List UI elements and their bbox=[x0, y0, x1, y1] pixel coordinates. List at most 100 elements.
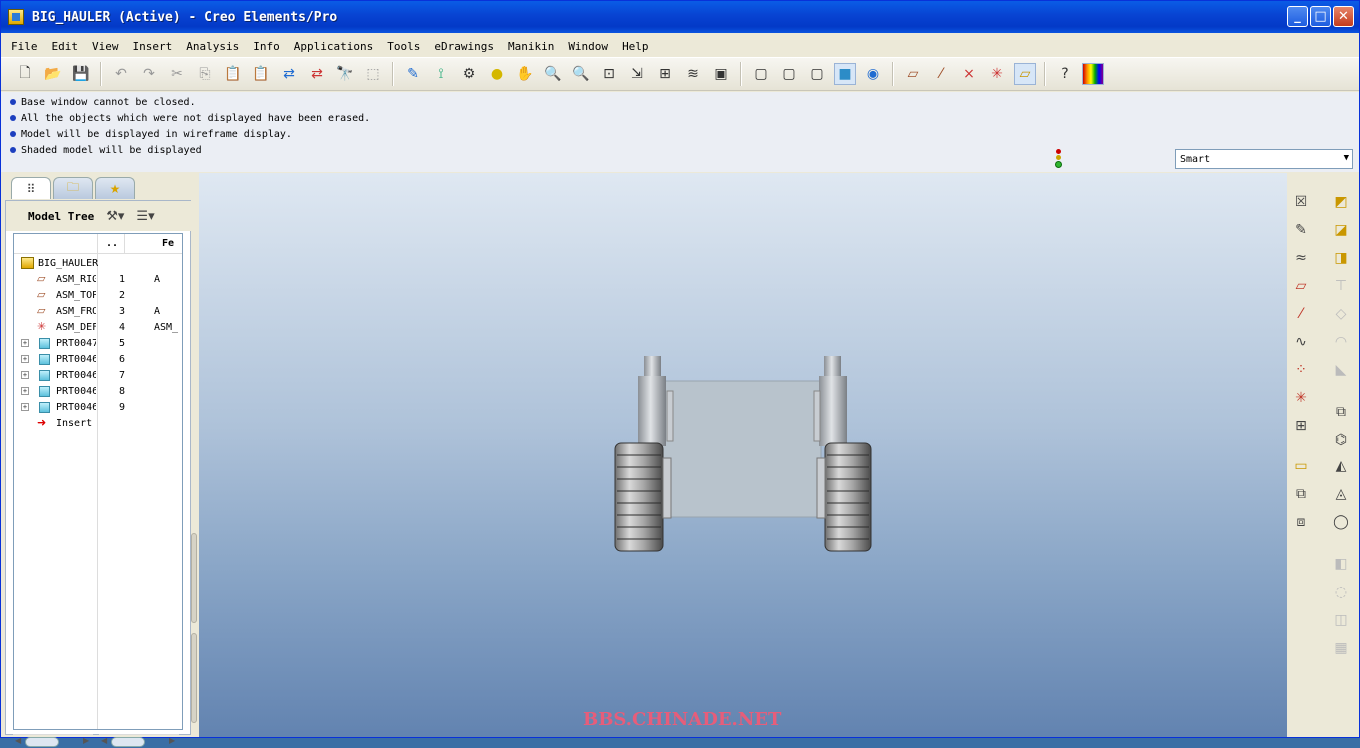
table-row[interactable]: + PRT0046 9 bbox=[14, 399, 182, 415]
datum-curve-icon[interactable]: ≈ bbox=[1290, 247, 1312, 269]
annotations-icon[interactable]: ▱ bbox=[1014, 63, 1036, 85]
hidden-line-icon[interactable]: ▢ bbox=[778, 63, 800, 85]
paste-special-icon[interactable]: 📋 bbox=[250, 63, 272, 85]
refit-icon[interactable]: ⊡ bbox=[598, 63, 620, 85]
table-row[interactable]: + PRT0047 5 bbox=[14, 335, 182, 351]
close-button[interactable]: ✕ bbox=[1333, 6, 1354, 27]
paste-icon[interactable]: 📋 bbox=[222, 63, 244, 85]
horizontal-scrollbar[interactable]: ◀ ▶ bbox=[13, 734, 93, 748]
expand-icon[interactable]: + bbox=[21, 339, 29, 347]
table-row[interactable]: + PRT0046 6 bbox=[14, 351, 182, 367]
menu-view[interactable]: View bbox=[92, 40, 119, 53]
regenerate-manager-icon[interactable]: ⇄ bbox=[306, 63, 328, 85]
selection-box-icon[interactable]: ⬚ bbox=[362, 63, 384, 85]
menu-info[interactable]: Info bbox=[253, 40, 280, 53]
tab-folder-browser[interactable]: 🗀 bbox=[53, 177, 93, 199]
menu-insert[interactable]: Insert bbox=[133, 40, 173, 53]
expand-icon[interactable]: + bbox=[21, 355, 29, 363]
pattern-icon[interactable]: ▦ bbox=[1330, 637, 1352, 659]
shading-icon[interactable]: ■ bbox=[834, 63, 856, 85]
create-component-icon[interactable]: ⧉ bbox=[1290, 483, 1312, 505]
view-manager-icon[interactable]: ▣ bbox=[710, 63, 732, 85]
trim-icon[interactable]: ◭ bbox=[1330, 455, 1352, 477]
menu-edit[interactable]: Edit bbox=[52, 40, 79, 53]
mirror-icon[interactable]: ⌬ bbox=[1330, 429, 1352, 451]
color-spectrum-icon[interactable] bbox=[1082, 63, 1104, 85]
table-row[interactable]: ▱ ASM_RIG 1 A bbox=[14, 271, 182, 287]
close-window-icon[interactable]: ☒ bbox=[1290, 191, 1312, 213]
sketch-icon[interactable]: ✎ bbox=[402, 63, 424, 85]
edit-icon[interactable]: ✎ bbox=[1290, 219, 1312, 241]
menu-help[interactable]: Help bbox=[622, 40, 649, 53]
offset-icon[interactable]: ◧ bbox=[1330, 553, 1352, 575]
round-icon[interactable]: ◠ bbox=[1330, 331, 1352, 353]
datum-axis-icon[interactable]: ⟟ bbox=[430, 63, 452, 85]
expand-icon[interactable]: + bbox=[21, 387, 29, 395]
cut-icon[interactable]: ✂ bbox=[166, 63, 188, 85]
menu-window[interactable]: Window bbox=[568, 40, 608, 53]
datum-axis-tool-icon[interactable]: ⁄ bbox=[1290, 303, 1312, 325]
datum-axes-icon[interactable]: ⁄ bbox=[930, 63, 952, 85]
minimize-button[interactable]: _ bbox=[1287, 6, 1308, 27]
menu-tools[interactable]: Tools bbox=[387, 40, 420, 53]
pan-hand-icon[interactable]: ✋ bbox=[514, 63, 536, 85]
revolve-icon[interactable]: ◪ bbox=[1330, 219, 1352, 241]
redo-icon[interactable]: ↷ bbox=[138, 63, 160, 85]
tab-favorites[interactable]: ★ bbox=[95, 177, 135, 199]
extrude-icon[interactable]: ◩ bbox=[1330, 191, 1352, 213]
graphics-viewport[interactable] bbox=[199, 173, 1287, 737]
regenerate-icon[interactable]: ⇄ bbox=[278, 63, 300, 85]
insert-here-row[interactable]: ➜ Insert bbox=[14, 415, 182, 431]
save-icon[interactable]: 💾 bbox=[70, 63, 92, 85]
undo-icon[interactable]: ↶ bbox=[110, 63, 132, 85]
assemble-icon[interactable]: ▭ bbox=[1290, 455, 1312, 477]
chevron-down-icon[interactable]: ▼ bbox=[1344, 153, 1349, 163]
table-row[interactable]: + PRT0046 7 bbox=[14, 367, 182, 383]
wireframe-icon[interactable]: ▢ bbox=[750, 63, 772, 85]
column-dots[interactable]: .. bbox=[106, 238, 118, 249]
menu-manikin[interactable]: Manikin bbox=[508, 40, 554, 53]
expand-icon[interactable]: + bbox=[21, 403, 29, 411]
panel-splitter[interactable] bbox=[191, 533, 199, 723]
csys-tool-icon[interactable]: ✳ bbox=[1290, 387, 1312, 409]
zoom-out-icon[interactable]: 🔍 bbox=[570, 63, 592, 85]
repeat-icon[interactable]: ⧈ bbox=[1290, 511, 1312, 533]
analysis-icon[interactable]: ⊞ bbox=[1290, 415, 1312, 437]
hole-icon[interactable]: ⊤ bbox=[1330, 275, 1352, 297]
copy-icon[interactable]: ⎘ bbox=[194, 63, 216, 85]
datum-points-icon[interactable]: × bbox=[958, 63, 980, 85]
sketched-curve-icon[interactable]: ∿ bbox=[1290, 331, 1312, 353]
copy-feature-icon[interactable]: ⧉ bbox=[1330, 401, 1352, 423]
menu-applications[interactable]: Applications bbox=[294, 40, 373, 53]
saved-views-icon[interactable]: ⊞ bbox=[654, 63, 676, 85]
layers-icon[interactable]: ≋ bbox=[682, 63, 704, 85]
reorient-icon[interactable]: ⇲ bbox=[626, 63, 648, 85]
tab-model-tree[interactable]: ⠿ bbox=[11, 177, 51, 199]
table-row[interactable]: ▱ ASM_TOP 2 bbox=[14, 287, 182, 303]
selection-filter-dropdown[interactable]: Smart ▼ bbox=[1175, 149, 1353, 169]
sweep-icon[interactable]: ◨ bbox=[1330, 247, 1352, 269]
surface-icon[interactable]: ◬ bbox=[1330, 483, 1352, 505]
open-folder-icon[interactable]: 📂 bbox=[42, 63, 64, 85]
title-bar[interactable]: BIG_HAULER (Active) - Creo Elements/Pro … bbox=[1, 1, 1359, 33]
column-feature[interactable]: Fe bbox=[162, 238, 174, 249]
menu-file[interactable]: File bbox=[11, 40, 38, 53]
chamfer-icon[interactable]: ◣ bbox=[1330, 359, 1352, 381]
datum-point-tool-icon[interactable]: ⁘ bbox=[1290, 359, 1312, 381]
menu-edrawings[interactable]: eDrawings bbox=[434, 40, 494, 53]
horizontal-scrollbar[interactable]: ◀ ▶ bbox=[99, 734, 179, 748]
context-help-icon[interactable]: ? bbox=[1054, 63, 1076, 85]
find-icon[interactable]: 🔭 bbox=[334, 63, 356, 85]
coordinate-systems-icon[interactable]: ✳ bbox=[986, 63, 1008, 85]
datum-planes-icon[interactable]: ▱ bbox=[902, 63, 924, 85]
show-list-icon[interactable]: ☰▾ bbox=[136, 209, 154, 224]
table-row[interactable]: ▱ ASM_FRO 3 A bbox=[14, 303, 182, 319]
spin-center-icon[interactable]: ⚙ bbox=[458, 63, 480, 85]
tree-root-assembly[interactable]: BIG_HAULER bbox=[14, 255, 182, 271]
model-tree-list[interactable]: .. Fe BIG_HAULER ▱ ASM_RIG 1 A ▱ ASM_TOP 2 … bbox=[13, 233, 183, 730]
menu-analysis[interactable]: Analysis bbox=[186, 40, 239, 53]
shell-icon[interactable]: ◇ bbox=[1330, 303, 1352, 325]
maximize-button[interactable]: □ bbox=[1310, 6, 1331, 27]
boundary-blend-icon[interactable]: ◯ bbox=[1330, 511, 1352, 533]
table-row[interactable]: + PRT0046 8 bbox=[14, 383, 182, 399]
